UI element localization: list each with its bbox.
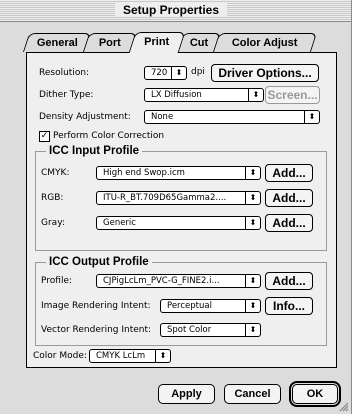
color-mode-popup[interactable]: CMYK LcLm ⬍	[89, 349, 171, 363]
print-panel: Resolution: 720 ⬍ dpi Driver Options... …	[26, 52, 337, 368]
color-mode-label: Color Mode:	[33, 351, 87, 361]
cmyk-profile-popup[interactable]: High end Swop.icm ⬍	[96, 166, 261, 180]
cmyk-label: CMYK:	[41, 168, 70, 178]
image-rendering-intent-value: Perceptual	[167, 301, 212, 311]
cmyk-profile-value: High end Swop.icm	[103, 168, 185, 178]
popup-arrows-icon: ⬍	[245, 300, 260, 312]
info-button[interactable]: Info...	[265, 297, 313, 315]
resolution-popup[interactable]: 720 ⬍	[144, 66, 187, 80]
driver-options-button[interactable]: Driver Options...	[211, 64, 319, 82]
ok-button[interactable]: OK	[292, 384, 338, 404]
window-title: Setup Properties	[115, 3, 228, 17]
rgb-label: RGB:	[41, 193, 64, 203]
popup-arrows-icon: ⬍	[155, 350, 170, 362]
output-add-button[interactable]: Add...	[265, 272, 313, 290]
dither-type-popup[interactable]: LX Diffusion ⬍	[144, 88, 264, 102]
popup-arrows-icon: ⬍	[245, 275, 260, 287]
color-correction-checkbox[interactable]: ✓	[39, 131, 50, 142]
density-adjustment-label: Density Adjustment:	[39, 112, 131, 122]
popup-arrows-icon: ⬍	[245, 192, 260, 204]
density-adjustment-popup[interactable]: None ⬍	[144, 110, 320, 124]
popup-arrows-icon: ⬍	[248, 89, 263, 101]
vector-rendering-intent-value: Spot Color	[167, 325, 212, 335]
icc-output-group: ICC Output Profile Profile: CJPigLcLm_PV…	[35, 256, 327, 346]
icc-output-title: ICC Output Profile	[46, 256, 152, 269]
gray-label: Gray:	[41, 218, 65, 228]
resolution-label: Resolution:	[39, 68, 90, 78]
icc-input-title: ICC Input Profile	[46, 145, 143, 158]
tab-general[interactable]: General	[22, 33, 92, 52]
screen-button[interactable]: Screen...	[265, 86, 320, 104]
gray-add-button[interactable]: Add...	[265, 214, 313, 232]
apply-button[interactable]: Apply	[158, 384, 215, 404]
setup-properties-window: Setup Properties General Port Print Cut …	[0, 0, 352, 414]
rgb-add-button[interactable]: Add...	[265, 189, 313, 207]
popup-arrows-icon: ⬍	[171, 67, 186, 79]
popup-arrows-icon: ⬍	[245, 217, 260, 229]
popup-arrows-icon: ⬍	[245, 324, 260, 336]
tab-print[interactable]: Print	[128, 32, 186, 53]
resolution-unit: dpi	[191, 67, 205, 77]
resize-grip-icon[interactable]	[337, 400, 349, 412]
popup-arrows-icon: ⬍	[245, 167, 260, 179]
dither-type-label: Dither Type:	[39, 90, 94, 100]
density-adjustment-value: None	[151, 112, 174, 122]
resolution-value: 720	[151, 68, 168, 78]
cmyk-add-button[interactable]: Add...	[265, 164, 313, 182]
popup-arrows-icon: ⬍	[304, 111, 319, 123]
icc-input-group: ICC Input Profile CMYK: High end Swop.ic…	[35, 145, 327, 251]
output-profile-value: CJPigLcLm_PVC-G_FINE2.i...	[103, 276, 220, 286]
color-correction-label[interactable]: Perform Color Correction	[53, 130, 164, 142]
rgb-profile-popup[interactable]: ITU-R_BT.709D65Gamma2.... ⬍	[96, 191, 261, 205]
image-rendering-intent-popup[interactable]: Perceptual ⬍	[160, 299, 261, 313]
output-profile-popup[interactable]: CJPigLcLm_PVC-G_FINE2.i... ⬍	[96, 274, 261, 288]
checkmark-icon: ✓	[40, 131, 49, 141]
color-mode-value: CMYK LcLm	[96, 351, 146, 361]
vector-rendering-intent-popup[interactable]: Spot Color ⬍	[160, 323, 261, 337]
rgb-profile-value: ITU-R_BT.709D65Gamma2....	[103, 193, 227, 203]
image-rendering-intent-label: Image Rendering Intent:	[41, 301, 151, 311]
dither-type-value: LX Diffusion	[151, 90, 202, 100]
cancel-button[interactable]: Cancel	[224, 384, 281, 404]
title-bar[interactable]: Setup Properties	[0, 0, 351, 22]
gray-profile-value: Generic	[103, 218, 136, 228]
output-profile-label: Profile:	[41, 276, 73, 286]
gray-profile-popup[interactable]: Generic ⬍	[96, 216, 261, 230]
vector-rendering-intent-label: Vector Rendering Intent:	[41, 325, 152, 335]
tab-color-adjust[interactable]: Color Adjust	[212, 33, 318, 52]
